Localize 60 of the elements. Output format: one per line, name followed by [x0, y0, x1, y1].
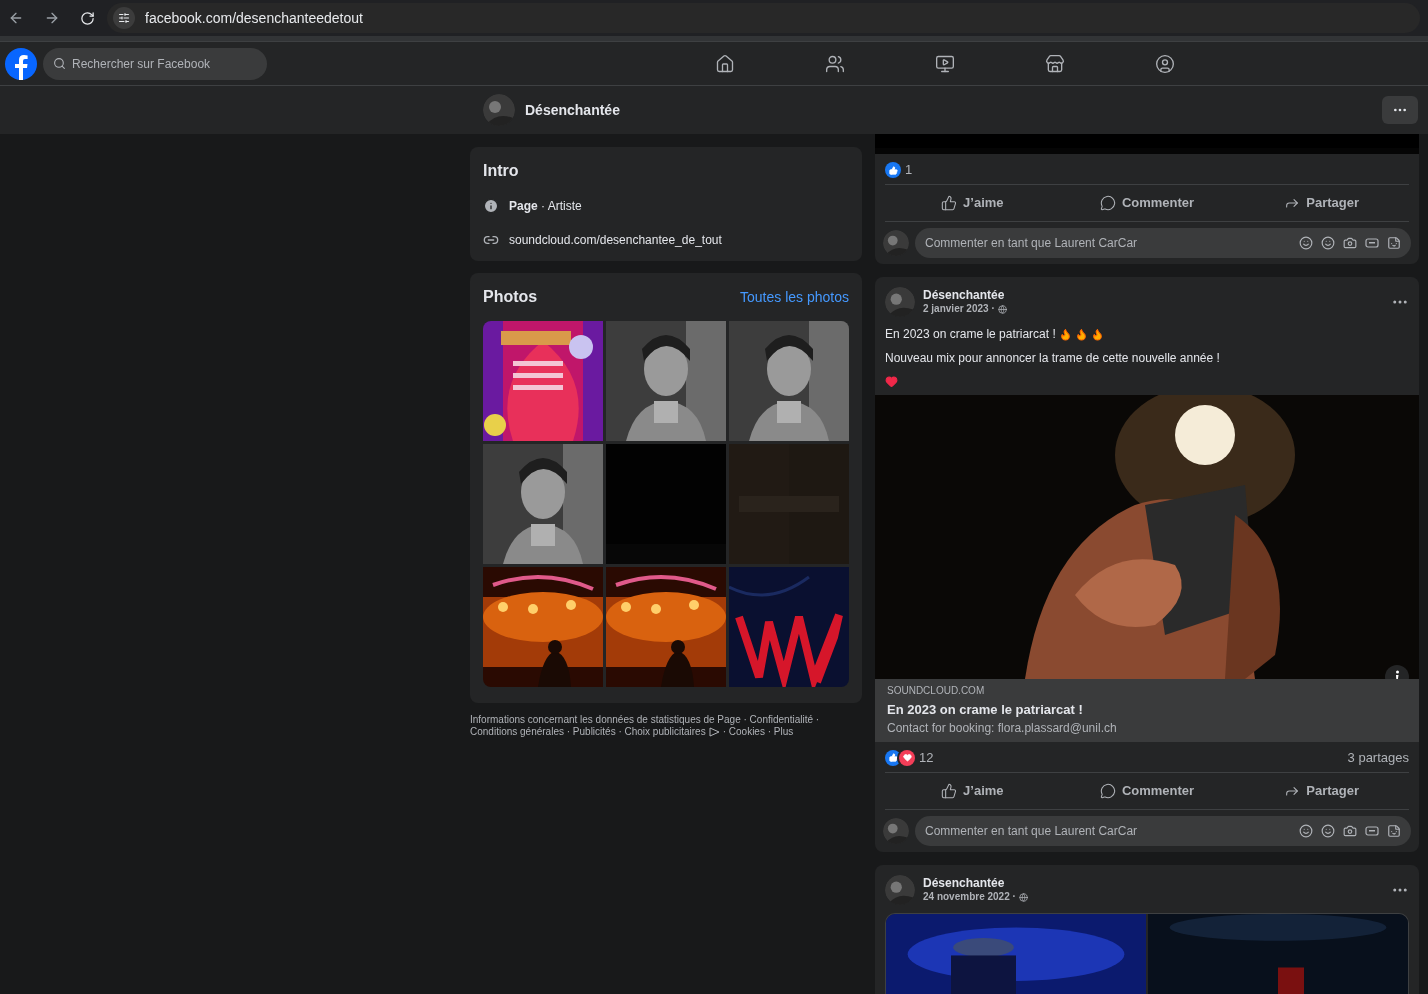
globe-icon — [997, 305, 1007, 314]
comment-field[interactable]: Commenter en tant que Laurent CarCar — [915, 815, 1411, 846]
photos-title: Photos — [483, 287, 538, 307]
footer-links: Informations concernant les données de statistiques de Page · Confidentialité · — [470, 714, 820, 726]
comment-button[interactable]: Commenter — [1059, 185, 1235, 221]
post-text: Nouveau mix pour annoncer la trame de cette nouvelle année ! — [885, 350, 1220, 367]
emoji-icon[interactable] — [1321, 236, 1335, 250]
like-reaction-icon — [885, 749, 901, 766]
camera-icon[interactable] — [1343, 823, 1357, 838]
address-bar[interactable]: facebook.com/desenchanteedetout — [107, 3, 1420, 33]
comment-button[interactable]: Commenter — [1059, 772, 1235, 809]
post-date[interactable]: 2 janvier 2023 · — [923, 303, 995, 316]
thumbs-up-icon — [941, 195, 958, 211]
speech-bubble-icon — [1099, 782, 1116, 799]
back-icon[interactable] — [8, 10, 24, 26]
sticker-icon[interactable] — [1387, 236, 1401, 250]
avatar — [885, 874, 915, 905]
avatar — [483, 94, 515, 126]
share-button[interactable]: Partager — [1234, 772, 1409, 809]
search-icon — [53, 57, 66, 70]
share-button[interactable]: Partager — [1234, 185, 1409, 221]
info-icon — [483, 198, 499, 214]
globe-icon — [1018, 892, 1028, 902]
link-preview[interactable]: SOUNDCLOUD.COM En 2023 on crame le patriarcat ! Contact for booking: flora.plassard@unil.ch — [875, 679, 1419, 742]
footer-links: Conditions générales · Publicités · Choix publicitaires — [470, 726, 706, 738]
intro-detail: Page · Artiste — [509, 198, 582, 215]
reload-icon[interactable] — [80, 10, 95, 26]
like-reaction-icon — [885, 162, 901, 178]
heart-icon — [885, 374, 898, 388]
fire-icon — [1090, 327, 1104, 341]
avatar — [883, 817, 909, 844]
intro-title: Intro — [483, 161, 520, 181]
like-button[interactable]: J’aime — [885, 772, 1060, 809]
post-author[interactable]: Désenchantée — [923, 876, 1383, 891]
sticker-icon[interactable] — [1387, 823, 1401, 838]
heart-reaction-icon — [899, 749, 915, 766]
emoji-icon[interactable] — [1321, 823, 1335, 838]
avatar — [885, 287, 915, 317]
site-settings-icon[interactable] — [118, 12, 130, 24]
share-count[interactable]: 3 partages — [1347, 748, 1409, 768]
camera-icon[interactable] — [1343, 236, 1357, 250]
speech-bubble-icon — [1099, 195, 1116, 211]
fire-icon — [1058, 327, 1072, 341]
post-date[interactable]: 24 novembre 2022 · — [923, 891, 1016, 904]
reaction-count[interactable]: 12 — [919, 748, 934, 768]
footer-links: · Cookies · Plus — [722, 726, 794, 738]
ad-choices-icon[interactable] — [708, 727, 720, 737]
all-photos-link[interactable]: Toutes les photos — [740, 286, 849, 308]
forward-icon[interactable] — [44, 10, 60, 26]
fire-icon — [1074, 327, 1088, 341]
thumbs-up-icon — [941, 782, 958, 799]
search-field[interactable]: Rechercher sur Facebook — [43, 47, 267, 80]
reaction-count[interactable]: 1 — [905, 160, 913, 180]
like-button[interactable]: J’aime — [885, 185, 1060, 221]
avatar — [883, 230, 909, 256]
facebook-logo[interactable] — [5, 47, 37, 80]
post-text: En 2023 on crame le patriarcat ! — [885, 326, 1056, 343]
post-author[interactable]: Désenchantée — [923, 288, 1383, 304]
comment-field[interactable]: Commenter en tant que Laurent CarCar — [915, 228, 1411, 258]
intro-detail[interactable]: soundcloud.com/desenchantee_de_tout — [509, 231, 722, 249]
